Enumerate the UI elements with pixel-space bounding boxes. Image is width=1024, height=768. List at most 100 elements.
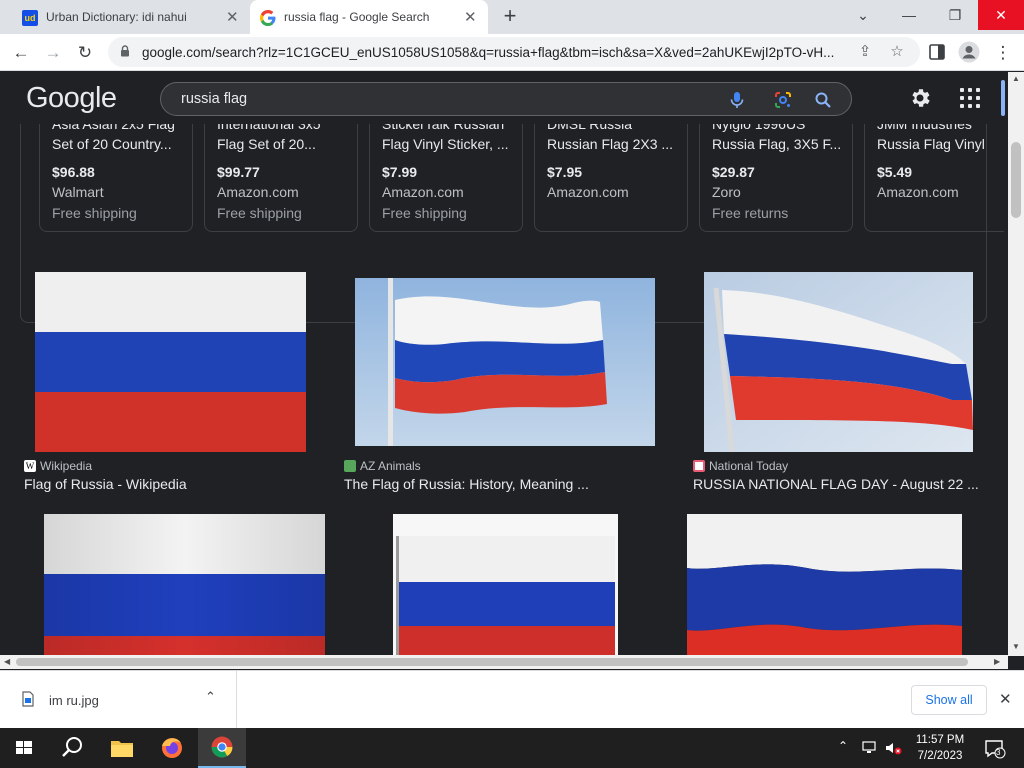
tab-strip: ud Urban Dictionary: idi nahui ✕ russia … <box>0 0 1024 34</box>
profile-avatar-icon[interactable] <box>958 41 980 63</box>
product-title-line2: Russian Flag 2X3 ... <box>547 136 674 152</box>
product-price: $5.49 <box>877 164 913 180</box>
horizontal-scrollbar[interactable]: ◀ ▶ <box>0 655 1008 669</box>
product-store: Amazon.com <box>382 184 464 200</box>
product-title-line2: Russia Flag, 3X5 F... <box>712 136 842 152</box>
product-shipping: Free shipping <box>217 205 302 221</box>
close-tab-icon[interactable]: ✕ <box>464 8 477 26</box>
product-price: $99.77 <box>217 164 260 180</box>
vertical-scrollbar[interactable]: ▲ ▼ <box>1008 72 1024 656</box>
file-icon <box>22 691 34 707</box>
result-source: National Today <box>693 459 788 473</box>
show-hidden-icons-chevron-icon[interactable]: ⌃ <box>838 739 848 753</box>
forward-arrow-icon[interactable]: → <box>40 40 66 66</box>
product-store: Amazon.com <box>877 184 959 200</box>
russia-flag-image[interactable] <box>355 278 655 446</box>
firefox-icon[interactable] <box>148 728 196 768</box>
windows-taskbar: ⌃ 11:57 PM 7/2/2023 3 <box>0 728 1024 768</box>
search-icon[interactable] <box>48 728 96 768</box>
product-shipping: Free shipping <box>52 205 137 221</box>
show-all-downloads-button[interactable]: Show all <box>911 685 987 715</box>
tab-urban-dictionary[interactable]: ud Urban Dictionary: idi nahui ✕ <box>8 0 248 34</box>
bookmark-star-icon[interactable]: ☆ <box>888 43 906 61</box>
russia-flag-image[interactable] <box>35 272 306 452</box>
screen: ud Urban Dictionary: idi nahui ✕ russia … <box>0 0 1024 768</box>
reload-icon[interactable]: ↻ <box>72 40 98 66</box>
russia-flag-image[interactable] <box>44 514 325 656</box>
new-tab-button[interactable]: + <box>498 5 522 29</box>
product-store: Amazon.com <box>217 184 299 200</box>
url-text: google.com/search?rlz=1C1GCEU_enUS1058US… <box>142 45 835 60</box>
notification-count: 3 <box>996 748 1001 757</box>
result-source: AZ Animals <box>344 459 421 473</box>
browser-toolbar: ← → ↻ google.com/search?rlz=1C1GCEU_enUS… <box>0 34 1024 71</box>
profile-indicator <box>1001 80 1005 116</box>
address-bar[interactable]: google.com/search?rlz=1C1GCEU_enUS1058US… <box>108 37 920 67</box>
tab-search-chevron-icon[interactable]: ⌄ <box>840 0 886 30</box>
result-title[interactable]: The Flag of Russia: History, Meaning ... <box>344 476 589 492</box>
google-images-page: Asia Asian 2x5 Flag Set of 20 Country...… <box>0 72 1024 656</box>
download-item[interactable]: im ru.jpg ⌃ <box>0 671 237 729</box>
share-icon[interactable]: ⇪ <box>856 43 874 61</box>
google-logo[interactable]: Google <box>26 82 117 115</box>
minimize-button[interactable]: — <box>886 0 932 30</box>
search-icon[interactable] <box>813 90 833 110</box>
settings-gear-icon[interactable] <box>908 86 932 110</box>
volume-muted-icon[interactable] <box>884 740 902 756</box>
window-close-button[interactable]: ✕ <box>978 0 1024 30</box>
scroll-down-arrow-icon[interactable]: ▼ <box>1012 642 1020 651</box>
product-title-line2: Set of 20 Country... <box>52 136 172 152</box>
product-price: $7.95 <box>547 164 583 180</box>
chevron-up-icon[interactable]: ⌃ <box>205 689 216 705</box>
google-header: Google russia flag <box>0 72 1006 124</box>
scroll-right-arrow-icon[interactable]: ▶ <box>994 657 1000 666</box>
horizontal-scroll-thumb[interactable] <box>16 658 968 666</box>
source-name: AZ Animals <box>360 459 421 473</box>
lock-icon <box>121 45 129 57</box>
restore-button[interactable]: ❐ <box>932 0 978 30</box>
chrome-icon[interactable] <box>198 728 246 768</box>
source-name: National Today <box>709 459 789 473</box>
google-icon <box>260 10 276 26</box>
product-price: $96.88 <box>52 164 95 180</box>
close-tab-icon[interactable]: ✕ <box>226 8 239 26</box>
product-title-line2: Flag Vinyl Sticker, ... <box>382 136 509 152</box>
product-price: $7.99 <box>382 164 418 180</box>
google-lens-icon[interactable] <box>773 90 793 110</box>
product-store: Zoro <box>712 184 741 200</box>
search-box[interactable]: russia flag <box>160 82 852 116</box>
tab-title: russia flag - Google Search <box>284 10 430 24</box>
result-source: W Wikipedia <box>24 459 92 473</box>
side-panel-icon[interactable] <box>929 44 945 60</box>
close-download-bar-icon[interactable]: ✕ <box>999 690 1012 708</box>
product-title-line2: Russia Flag Vinyl <box>877 136 985 152</box>
google-apps-icon[interactable] <box>960 88 980 108</box>
russia-flag-image[interactable] <box>687 514 962 656</box>
windows-start-icon[interactable] <box>0 728 48 768</box>
product-shipping: Free shipping <box>382 205 467 221</box>
source-name: Wikipedia <box>40 459 93 473</box>
scroll-up-arrow-icon[interactable]: ▲ <box>1012 74 1020 83</box>
product-store: Walmart <box>52 184 104 200</box>
download-filename: im ru.jpg <box>49 693 99 708</box>
microphone-icon[interactable] <box>727 90 747 110</box>
vertical-scroll-thumb[interactable] <box>1011 142 1021 218</box>
network-icon[interactable] <box>862 741 880 755</box>
back-arrow-icon[interactable]: ← <box>8 40 34 66</box>
product-store: Amazon.com <box>547 184 629 200</box>
product-price: $29.87 <box>712 164 755 180</box>
notifications-icon[interactable] <box>984 739 1006 759</box>
search-query[interactable]: russia flag <box>181 91 247 107</box>
tab-google-search[interactable]: russia flag - Google Search ✕ <box>250 0 488 34</box>
result-title[interactable]: Flag of Russia - Wikipedia <box>24 476 187 492</box>
clock-date: 7/2/2023 <box>917 750 963 762</box>
russia-flag-image[interactable] <box>704 272 973 452</box>
scroll-left-arrow-icon[interactable]: ◀ <box>4 657 10 666</box>
russia-flag-image[interactable] <box>393 514 618 656</box>
system-clock[interactable]: 11:57 PM 7/2/2023 <box>905 732 975 764</box>
file-explorer-icon[interactable] <box>98 728 146 768</box>
az-animals-icon <box>344 460 356 472</box>
result-title[interactable]: RUSSIA NATIONAL FLAG DAY - August 22 ... <box>693 476 979 492</box>
tab-title: Urban Dictionary: idi nahui <box>46 10 187 24</box>
more-options-icon[interactable]: ⋮ <box>990 40 1016 66</box>
